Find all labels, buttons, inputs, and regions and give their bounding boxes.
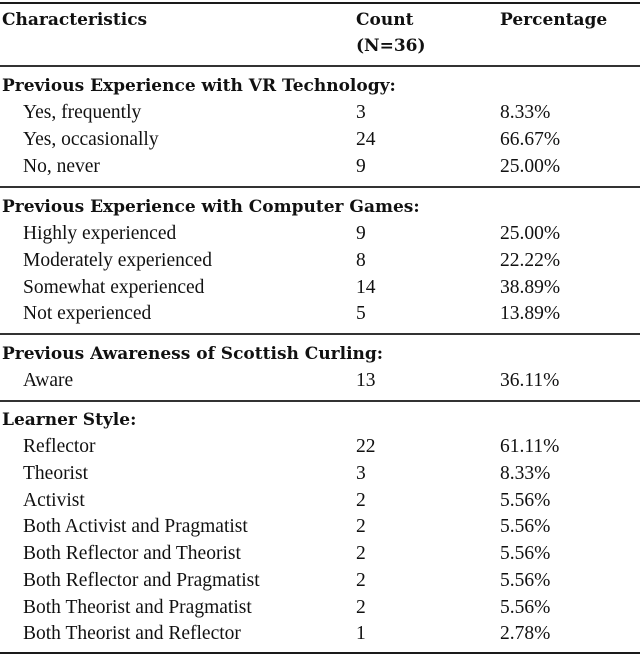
row-percentage: 61.11% <box>500 436 560 457</box>
section-title-curling: Previous Awareness of Scottish Curling: <box>2 344 384 364</box>
row-percentage: 5.56% <box>500 490 551 511</box>
row-count: 22 <box>356 436 376 457</box>
row-percentage: 38.89% <box>500 277 561 298</box>
row-percentage: 66.67% <box>500 129 561 150</box>
row-percentage: 8.33% <box>500 463 551 484</box>
header-count-n: (N=36) <box>356 36 426 56</box>
row-percentage: 25.00% <box>500 223 561 244</box>
header-rule <box>0 65 640 67</box>
row-count: 1 <box>356 623 366 644</box>
row-label: Somewhat experienced <box>23 277 205 298</box>
row-count: 2 <box>356 516 366 537</box>
row-percentage: 8.33% <box>500 102 551 123</box>
row-count: 8 <box>356 250 366 271</box>
row-label: Moderately experienced <box>23 250 212 271</box>
bottom-rule <box>0 652 640 654</box>
row-label: Aware <box>23 370 74 391</box>
section-title-games: Previous Experience with Computer Games: <box>2 197 420 217</box>
row-percentage: 36.11% <box>500 370 560 391</box>
row-count: 14 <box>356 277 376 298</box>
row-percentage: 25.00% <box>500 156 561 177</box>
top-rule <box>0 2 640 4</box>
row-percentage: 2.78% <box>500 623 551 644</box>
row-label: Both Activist and Pragmatist <box>23 516 248 537</box>
row-percentage: 5.56% <box>500 597 551 618</box>
header-characteristics: Characteristics <box>2 10 148 30</box>
row-label: Reflector <box>23 436 96 457</box>
row-percentage: 5.56% <box>500 543 551 564</box>
row-label: Highly experienced <box>23 223 177 244</box>
section-rule <box>0 186 640 188</box>
row-label: No, never <box>23 156 100 177</box>
row-label: Both Theorist and Pragmatist <box>23 597 252 618</box>
row-label: Not experienced <box>23 303 152 324</box>
section-title-learner-style: Learner Style: <box>2 410 137 430</box>
row-count: 24 <box>356 129 376 150</box>
header-percentage: Percentage <box>500 10 608 30</box>
row-count: 13 <box>356 370 376 391</box>
section-rule <box>0 333 640 335</box>
row-label: Yes, occasionally <box>23 129 159 150</box>
row-count: 2 <box>356 543 366 564</box>
row-count: 5 <box>356 303 366 324</box>
row-count: 9 <box>356 156 366 177</box>
row-percentage: 22.22% <box>500 250 561 271</box>
row-percentage: 5.56% <box>500 570 551 591</box>
row-label: Both Reflector and Theorist <box>23 543 241 564</box>
section-title-vr: Previous Experience with VR Technology: <box>2 76 396 96</box>
row-count: 9 <box>356 223 366 244</box>
row-percentage: 5.56% <box>500 516 551 537</box>
row-count: 2 <box>356 570 366 591</box>
row-count: 3 <box>356 463 366 484</box>
row-count: 2 <box>356 597 366 618</box>
row-label: Yes, frequently <box>23 102 142 123</box>
row-count: 3 <box>356 102 366 123</box>
header-count: Count <box>356 10 414 30</box>
row-label: Activist <box>23 490 85 511</box>
row-label: Both Reflector and Pragmatist <box>23 570 260 591</box>
row-label: Theorist <box>23 463 88 484</box>
section-rule <box>0 400 640 402</box>
row-label: Both Theorist and Reflector <box>23 623 241 644</box>
row-count: 2 <box>356 490 366 511</box>
row-percentage: 13.89% <box>500 303 561 324</box>
